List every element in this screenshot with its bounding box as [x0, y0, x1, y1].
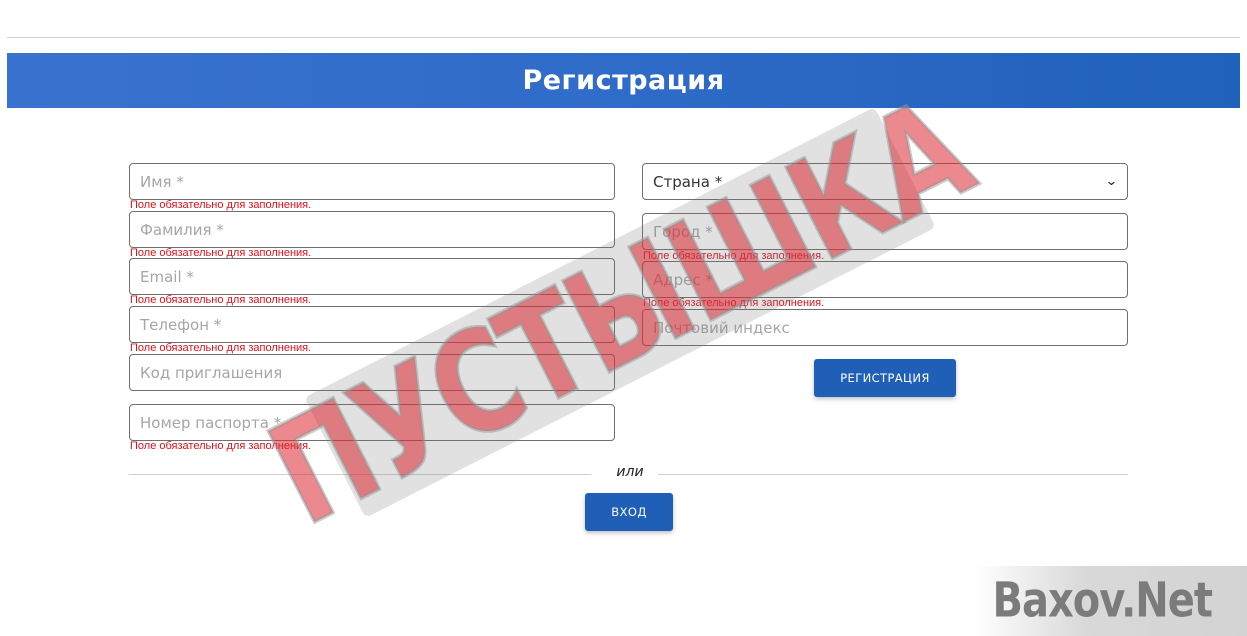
email-error: Поле обязательно для заполнения.	[130, 294, 312, 306]
watermark-text: Baxov.Net	[992, 573, 1213, 629]
register-button[interactable]: РЕГИСТРАЦИЯ	[814, 359, 956, 397]
first-name-error: Поле обязательно для заполнения.	[130, 199, 312, 211]
watermark: Baxov.Net	[975, 566, 1247, 636]
postal-code-field[interactable]	[642, 309, 1128, 346]
login-button[interactable]: ВХОД	[585, 493, 673, 531]
address-error: Поле обязательно для заполнения.	[643, 297, 825, 309]
or-divider-left	[129, 474, 591, 475]
passport-error: Поле обязательно для заполнения.	[130, 440, 312, 452]
page-title: Регистрация	[522, 65, 725, 96]
country-select-value: Страна *	[653, 172, 723, 191]
passport-field[interactable]	[129, 404, 615, 441]
address-field[interactable]	[642, 261, 1128, 298]
city-field[interactable]	[642, 213, 1128, 250]
last-name-field[interactable]	[129, 211, 615, 248]
phone-error: Поле обязательно для заполнения.	[130, 342, 312, 354]
invite-code-field[interactable]	[129, 354, 615, 391]
or-divider-right	[658, 474, 1128, 475]
email-field[interactable]	[129, 258, 615, 295]
or-label: или	[616, 464, 644, 480]
phone-field[interactable]	[129, 306, 615, 343]
country-select[interactable]: Страна * ⌄	[642, 163, 1128, 200]
top-divider	[7, 37, 1240, 38]
page-header: Регистрация	[7, 53, 1240, 108]
chevron-down-icon: ⌄	[1105, 174, 1119, 189]
first-name-field[interactable]	[129, 163, 615, 200]
